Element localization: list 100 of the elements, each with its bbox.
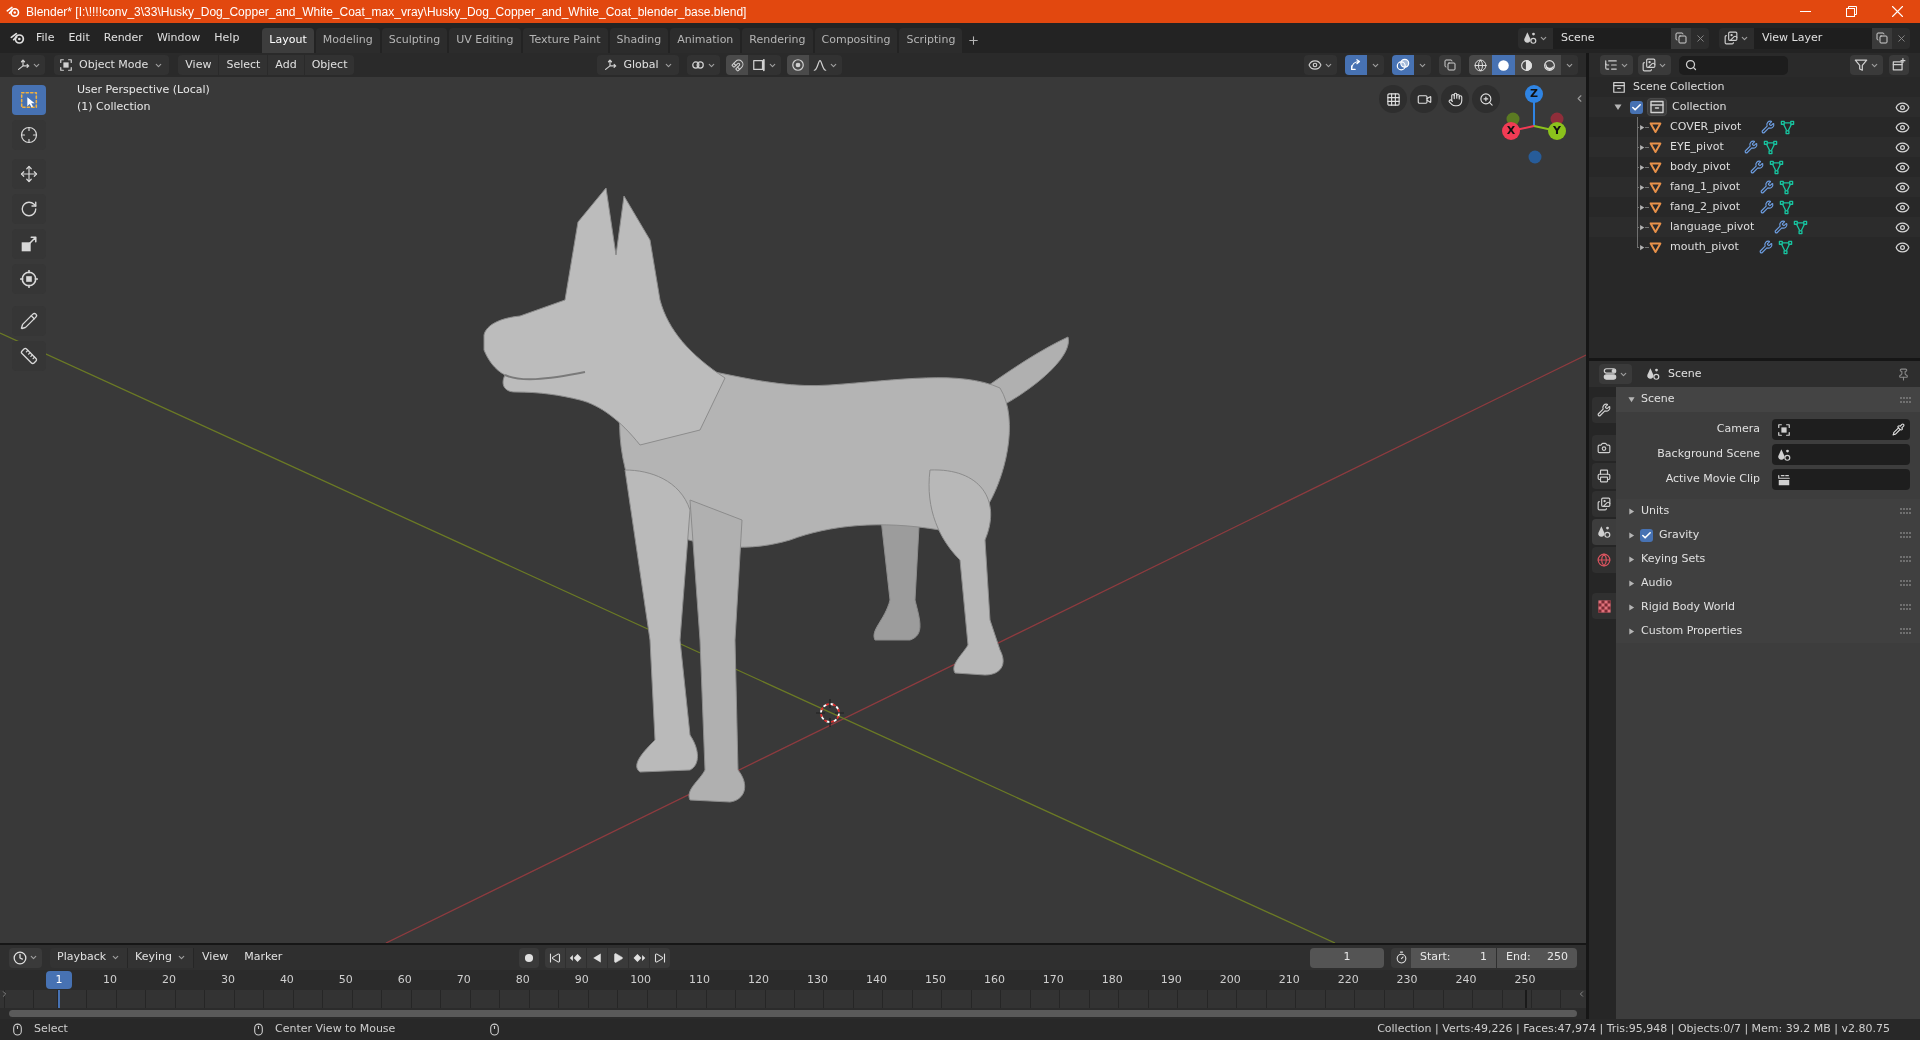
texture-tab[interactable] bbox=[1592, 593, 1616, 619]
scene-type-dropdown[interactable] bbox=[1518, 27, 1553, 49]
editor-type-dropdown[interactable] bbox=[9, 947, 42, 968]
proportional-edit-toggle[interactable] bbox=[787, 55, 810, 75]
grid-view-button[interactable] bbox=[1379, 85, 1407, 113]
expand-arrow-icon[interactable] bbox=[1628, 603, 1635, 611]
expand-arrow-icon[interactable] bbox=[1639, 223, 1645, 231]
tool-settings-tab[interactable] bbox=[1592, 397, 1616, 423]
visibility-dropdown[interactable] bbox=[1304, 55, 1337, 75]
workspace-tab[interactable]: Texture Paint bbox=[522, 28, 608, 53]
editor-type-dropdown[interactable] bbox=[12, 55, 45, 75]
world-tab[interactable] bbox=[1592, 547, 1616, 573]
material-shading-button[interactable] bbox=[1515, 55, 1538, 75]
snap-toggle[interactable] bbox=[726, 55, 749, 75]
scene-name-field[interactable]: Scene bbox=[1553, 27, 1671, 49]
stopwatch-button[interactable] bbox=[1391, 947, 1411, 968]
eye-icon[interactable] bbox=[1895, 119, 1910, 135]
wireframe-shading-button[interactable] bbox=[1469, 55, 1492, 75]
falloff-dropdown[interactable] bbox=[809, 55, 843, 75]
expand-arrow-icon[interactable] bbox=[1628, 627, 1635, 635]
filter-dropdown[interactable] bbox=[1850, 55, 1883, 75]
overlays-toggle[interactable] bbox=[1392, 55, 1414, 75]
menu-item[interactable]: Add bbox=[268, 55, 304, 75]
orientation-dropdown[interactable]: Global bbox=[597, 55, 680, 75]
eye-icon[interactable] bbox=[1895, 99, 1910, 115]
expand-arrow-icon[interactable] bbox=[1614, 103, 1622, 111]
camera-view-button[interactable] bbox=[1410, 85, 1438, 113]
wrench-icon[interactable] bbox=[1774, 220, 1789, 234]
expand-arrow-icon[interactable] bbox=[1639, 243, 1645, 251]
solid-shading-button[interactable] bbox=[1492, 55, 1515, 75]
menu-item[interactable]: Window bbox=[149, 27, 208, 49]
editor-type-dropdown[interactable] bbox=[1600, 55, 1633, 75]
rendered-shading-button[interactable] bbox=[1538, 55, 1561, 75]
menu-dropdown[interactable]: Keying bbox=[128, 947, 195, 968]
wrench-icon[interactable] bbox=[1760, 200, 1775, 214]
new-collection-button[interactable] bbox=[1889, 55, 1909, 75]
outliner-row[interactable]: language_pivot bbox=[1589, 217, 1920, 237]
pan-view-button[interactable] bbox=[1441, 85, 1469, 113]
vertex-triangle-icon[interactable] bbox=[1777, 239, 1793, 255]
vertex-triangle-icon[interactable] bbox=[1793, 219, 1809, 235]
view-layer-type-dropdown[interactable] bbox=[1719, 27, 1754, 49]
menu-dropdown[interactable]: Playback bbox=[50, 947, 129, 968]
scrollbar[interactable] bbox=[9, 1010, 1577, 1017]
menu-item[interactable]: Help bbox=[207, 27, 247, 49]
expand-arrow-icon[interactable] bbox=[1628, 507, 1635, 515]
vertex-triangle-icon[interactable] bbox=[1779, 179, 1795, 195]
camera-field[interactable] bbox=[1772, 419, 1910, 440]
workspace-tab[interactable]: Scripting bbox=[899, 28, 963, 53]
record-button[interactable] bbox=[518, 947, 539, 968]
vertex-triangle-icon[interactable] bbox=[1762, 139, 1778, 155]
menu-item[interactable]: Render bbox=[96, 27, 150, 49]
view-layer-name-field[interactable]: View Layer bbox=[1754, 27, 1872, 49]
jump-to-start-button[interactable] bbox=[544, 947, 565, 968]
menu-item[interactable]: View bbox=[194, 947, 237, 968]
workspace-tab[interactable]: Shading bbox=[609, 28, 669, 53]
next-keyframe-button[interactable] bbox=[628, 947, 649, 968]
checkbox[interactable] bbox=[1640, 528, 1653, 542]
search-field[interactable] bbox=[1679, 55, 1788, 75]
render-tab[interactable] bbox=[1592, 435, 1616, 461]
expand-region-icon[interactable] bbox=[1577, 988, 1586, 1000]
movie-clip-field[interactable] bbox=[1772, 469, 1910, 490]
end-frame-field[interactable]: End: 250 bbox=[1497, 947, 1577, 968]
expand-region-icon[interactable] bbox=[0, 988, 9, 1000]
wrench-icon[interactable] bbox=[1761, 120, 1776, 134]
menu-item[interactable]: Select bbox=[219, 55, 268, 75]
workspace-tab[interactable]: Rendering bbox=[742, 28, 813, 53]
zoom-view-button[interactable] bbox=[1472, 85, 1500, 113]
eye-icon[interactable] bbox=[1895, 199, 1910, 215]
workspace-tab[interactable]: Animation bbox=[670, 28, 741, 53]
remove-button[interactable] bbox=[1892, 27, 1910, 49]
gizmo-axis-handle[interactable]: Y bbox=[1548, 122, 1566, 140]
editor-type-dropdown[interactable] bbox=[1599, 364, 1632, 384]
gizmo-axis-handle[interactable]: X bbox=[1502, 122, 1520, 140]
tool-button[interactable] bbox=[12, 85, 46, 115]
view-layer-tab[interactable] bbox=[1592, 491, 1616, 517]
workspace-tab[interactable]: Layout bbox=[262, 28, 314, 53]
outliner-row[interactable]: EYE_pivot bbox=[1589, 137, 1920, 157]
outliner-row[interactable]: Collection bbox=[1589, 97, 1920, 117]
duplicate-button[interactable] bbox=[1872, 27, 1892, 49]
wrench-icon[interactable] bbox=[1750, 160, 1765, 174]
pin-icon[interactable] bbox=[1897, 367, 1910, 381]
expand-arrow-icon[interactable] bbox=[1639, 143, 1645, 151]
expand-arrow-icon[interactable] bbox=[1628, 396, 1635, 403]
checkbox[interactable] bbox=[1630, 100, 1643, 114]
menu-item[interactable]: Marker bbox=[236, 947, 291, 968]
eyedropper-icon[interactable] bbox=[1892, 423, 1905, 436]
expand-arrow-icon[interactable] bbox=[1639, 183, 1645, 191]
snap-target-dropdown[interactable] bbox=[748, 55, 782, 75]
workspace-tab[interactable]: Modeling bbox=[315, 28, 380, 53]
expand-arrow-icon[interactable] bbox=[1639, 203, 1645, 211]
expand-arrow-icon[interactable] bbox=[1639, 123, 1645, 131]
duplicate-button[interactable] bbox=[1671, 27, 1691, 49]
expand-arrow-icon[interactable] bbox=[1628, 579, 1635, 587]
remove-button[interactable] bbox=[1691, 27, 1709, 49]
gizmo-toggle[interactable] bbox=[1345, 55, 1367, 75]
xray-toggle[interactable] bbox=[1439, 55, 1461, 75]
menu-item[interactable]: File bbox=[29, 27, 62, 49]
menu-item[interactable]: View bbox=[178, 55, 219, 75]
eye-icon[interactable] bbox=[1895, 219, 1910, 235]
output-tab[interactable] bbox=[1592, 463, 1616, 489]
